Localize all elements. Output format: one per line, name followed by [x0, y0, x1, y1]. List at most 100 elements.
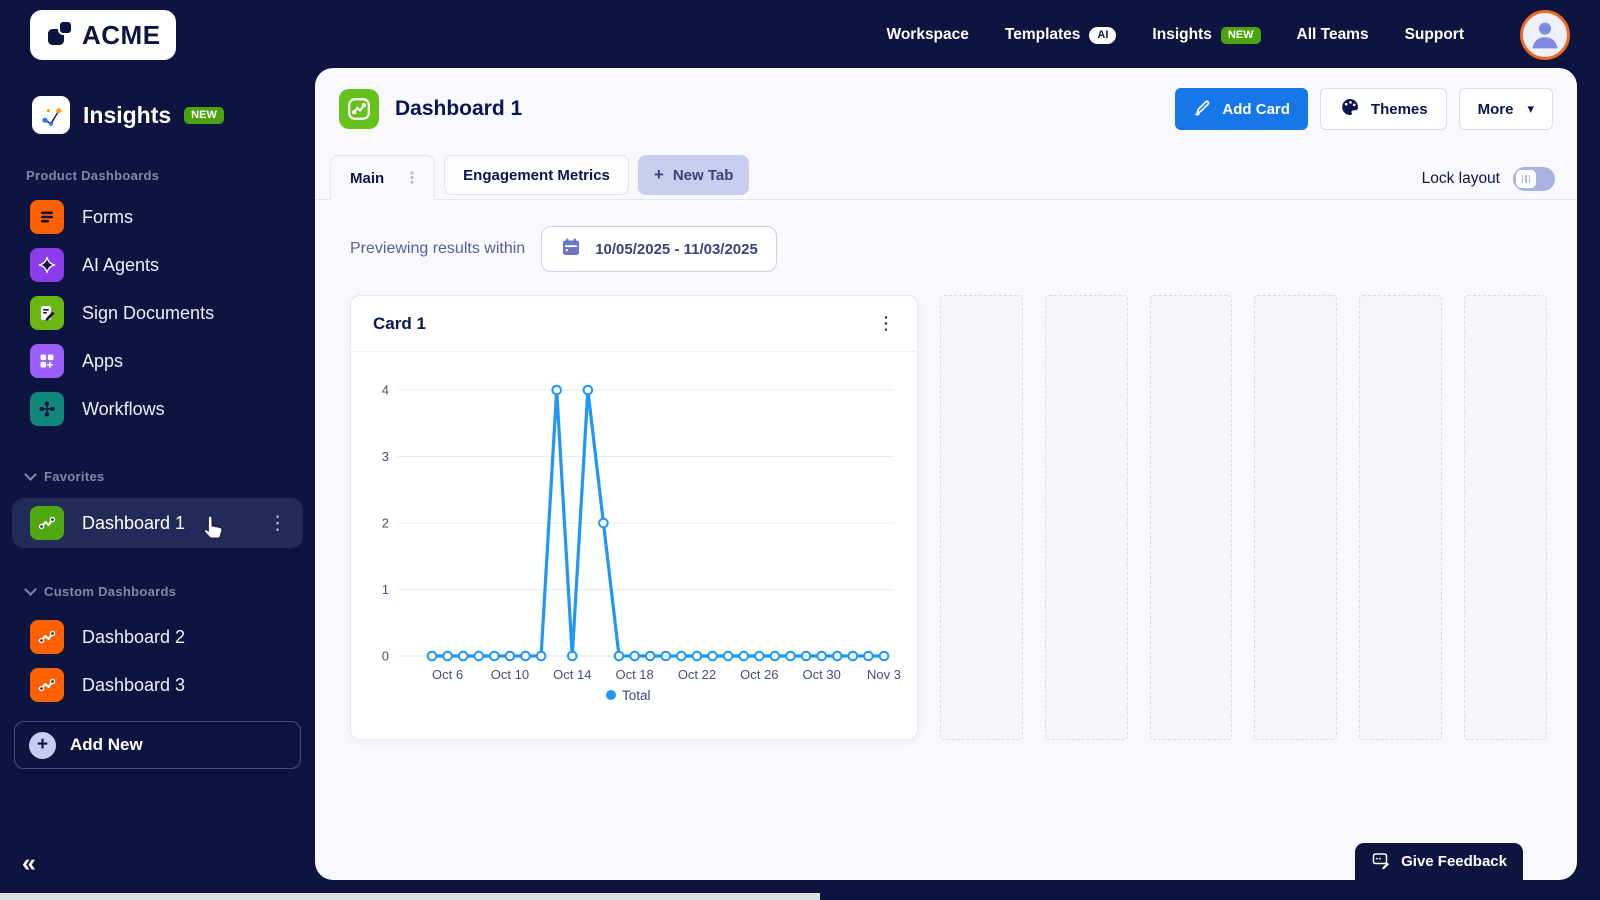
lock-layout-toggle[interactable]	[1513, 167, 1555, 191]
give-feedback-button[interactable]: Give Feedback	[1355, 843, 1523, 880]
main-panel: Dashboard 1 Add Card Themes More ▾ Main …	[315, 68, 1577, 880]
card-1-chart-area: 0 1 2 3 4 Oct 6 Oct 10 Oct 14 Oct 18 Oct 22 Oct 26…	[351, 352, 917, 739]
brand-name: ACME	[82, 19, 161, 50]
dashboard-1-kebab-icon[interactable]: ⋮	[268, 513, 287, 533]
nav-support-label: Support	[1404, 26, 1464, 43]
section-favorites[interactable]: Favorites	[0, 468, 315, 484]
tab-main-kebab-icon[interactable]: ⋮	[404, 170, 420, 186]
svg-text:Oct 10: Oct 10	[491, 667, 529, 682]
feedback-icon	[1371, 850, 1391, 874]
grid-placeholder-column	[1359, 295, 1443, 740]
sidebar-new-badge: NEW	[184, 106, 224, 124]
nav-insights[interactable]: Insights NEW	[1152, 26, 1261, 44]
grid-placeholder-column	[1044, 295, 1128, 740]
grid-placeholder-column	[1464, 295, 1547, 740]
section-product-label: Product Dashboards	[26, 168, 160, 183]
more-label: More	[1477, 100, 1514, 118]
sidebar-item-forms[interactable]: Forms	[0, 193, 315, 241]
give-feedback-label: Give Feedback	[1401, 853, 1507, 870]
nav-workspace-label: Workspace	[886, 26, 969, 43]
date-preview-row: Previewing results within 10/05/2025 - 1…	[350, 226, 1577, 272]
grid-placeholder-column	[940, 295, 1023, 740]
collapse-sidebar-button[interactable]: «	[22, 851, 36, 876]
tab-engagement-metrics[interactable]: Engagement Metrics	[444, 155, 629, 195]
insights-app-icon	[32, 96, 70, 134]
grid-placeholder-column	[1149, 295, 1233, 740]
section-custom-label: Custom Dashboards	[44, 584, 177, 599]
tab-main-label: Main	[350, 169, 385, 187]
sidebar-item-dashboard-1[interactable]: Dashboard 1 ⋮	[12, 498, 303, 548]
new-badge: NEW	[1220, 26, 1261, 44]
sidebar-item-workflows[interactable]: Workflows	[0, 385, 315, 433]
sidebar-app-title: Insights	[83, 101, 172, 128]
sidebar: Insights NEW Product Dashboards Forms AI…	[0, 70, 315, 900]
palette-icon	[1339, 96, 1361, 122]
cards-grid: Card 1 ⋮ 0 1 2 3 4 Oct 6 Oct 10 Oct 14 Oct 18 Oct…	[350, 295, 1547, 740]
svg-text:3: 3	[382, 449, 389, 464]
pencil-icon	[1193, 98, 1212, 121]
chevron-down-icon	[24, 468, 37, 481]
add-card-button[interactable]: Add Card	[1175, 88, 1308, 130]
new-tab-button[interactable]: + New Tab	[637, 155, 750, 195]
date-range-picker[interactable]: 10/05/2025 - 11/03/2025	[541, 226, 777, 272]
ai-badge: AI	[1089, 26, 1117, 44]
user-avatar[interactable]	[1520, 10, 1570, 60]
nav-templates[interactable]: Templates AI	[1005, 26, 1117, 44]
ai-agents-icon	[30, 248, 64, 282]
svg-text:1: 1	[382, 582, 389, 597]
horizontal-scrollbar[interactable]	[0, 893, 820, 900]
sidebar-item-ai-agents[interactable]: AI Agents	[0, 241, 315, 289]
nav-workspace[interactable]: Workspace	[886, 26, 968, 44]
more-button[interactable]: More ▾	[1458, 88, 1553, 130]
nav-all-teams[interactable]: All Teams	[1297, 26, 1369, 44]
tabs-group: Main ⋮ Engagement Metrics + New Tab	[330, 154, 750, 200]
grid-placeholders	[940, 295, 1547, 740]
chevron-down-icon	[24, 583, 37, 596]
dashboard-header: Dashboard 1 Add Card Themes More ▾	[315, 68, 1577, 132]
page-title: Dashboard 1	[395, 97, 523, 120]
add-new-button[interactable]: + Add New	[14, 721, 301, 769]
sidebar-item-dashboard-3-label: Dashboard 3	[82, 674, 186, 695]
date-range-value: 10/05/2025 - 11/03/2025	[595, 240, 758, 258]
sidebar-app-header[interactable]: Insights NEW	[0, 70, 315, 134]
sidebar-item-apps[interactable]: Apps	[0, 337, 315, 385]
svg-text:Total: Total	[622, 688, 651, 703]
svg-text:Nov 3: Nov 3	[867, 667, 901, 682]
plus-circle-icon: +	[29, 731, 56, 759]
tabs-row: Main ⋮ Engagement Metrics + New Tab Lock…	[315, 153, 1577, 200]
themes-button[interactable]: Themes	[1319, 88, 1447, 130]
header-buttons: Add Card Themes More ▾	[1175, 88, 1553, 130]
dashboard-icon	[339, 89, 379, 129]
add-new-label: Add New	[70, 735, 143, 754]
svg-text:Oct 14: Oct 14	[553, 667, 591, 682]
sidebar-item-sign-documents-label: Sign Documents	[82, 302, 215, 323]
card-1[interactable]: Card 1 ⋮ 0 1 2 3 4 Oct 6 Oct 10 Oct 14 Oct 18 Oct…	[350, 295, 918, 740]
preview-label: Previewing results within	[350, 240, 526, 257]
nav-support[interactable]: Support	[1405, 26, 1464, 44]
card-1-kebab-icon[interactable]: ⋮	[877, 313, 895, 334]
svg-text:2: 2	[382, 515, 389, 530]
svg-text:Oct 6: Oct 6	[432, 667, 463, 682]
section-custom-dashboards[interactable]: Custom Dashboards	[0, 583, 315, 599]
sign-documents-icon	[30, 296, 64, 330]
sidebar-item-forms-label: Forms	[82, 206, 133, 227]
section-product-dashboards: Product Dashboards	[0, 168, 315, 183]
sidebar-item-dashboard-2[interactable]: Dashboard 2	[0, 613, 315, 661]
sidebar-item-dashboard-3[interactable]: Dashboard 3	[0, 661, 315, 709]
sidebar-item-sign-documents[interactable]: Sign Documents	[0, 289, 315, 337]
svg-text:Oct 26: Oct 26	[740, 667, 778, 682]
themes-label: Themes	[1370, 100, 1428, 118]
apps-icon	[30, 344, 64, 378]
sidebar-item-workflows-label: Workflows	[82, 398, 165, 419]
nav-insights-label: Insights	[1152, 26, 1212, 43]
lock-layout-label: Lock layout	[1421, 170, 1500, 187]
tab-engagement-metrics-label: Engagement Metrics	[463, 166, 610, 184]
sidebar-item-dashboard-1-label: Dashboard 1	[82, 512, 186, 533]
acme-logo[interactable]: ACME	[30, 10, 176, 60]
acme-logo-icon	[45, 18, 75, 53]
new-tab-label: New Tab	[672, 166, 734, 184]
top-nav: ACME Workspace Templates AI Insights NEW…	[0, 0, 1600, 70]
tab-main[interactable]: Main ⋮	[330, 155, 436, 200]
nav-templates-label: Templates	[1004, 26, 1081, 43]
dashboard-1-icon	[30, 506, 64, 540]
